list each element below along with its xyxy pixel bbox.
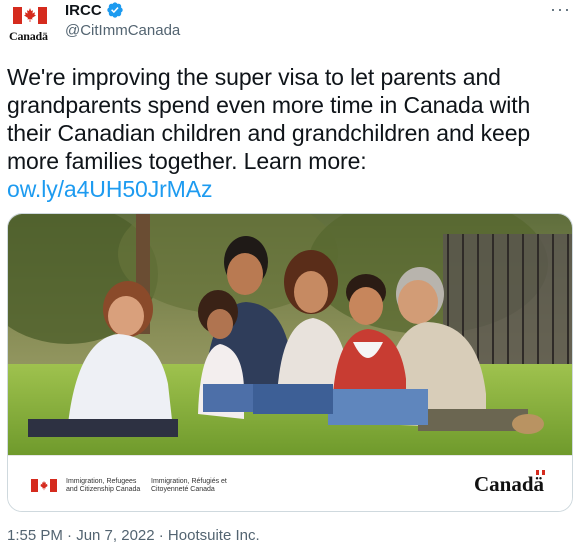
banner-text-en: Immigration, Refugees and Citizenship Ca… xyxy=(66,478,141,493)
tweet-link[interactable]: ow.ly/a4UH50JrMAz xyxy=(7,176,212,202)
author-handle[interactable]: @CitImmCanada xyxy=(65,22,180,39)
tweet-body: We're improving the super visa to let pa… xyxy=(7,64,531,174)
tweet-text: We're improving the super visa to let pa… xyxy=(7,63,567,203)
wordmark-flag-icon xyxy=(536,470,545,475)
avatar-wordmark: Canadä xyxy=(9,29,48,43)
canada-flag-icon xyxy=(31,479,57,492)
avatar[interactable]: Canadä xyxy=(8,3,52,47)
family-photo[interactable] xyxy=(8,214,572,455)
banner-text-fr: Immigration, Réfugiés et Citoyenneté Can… xyxy=(151,478,227,493)
tweet-timestamp[interactable]: 1:55 PM · Jun 7, 2022 · Hootsuite Inc. xyxy=(7,527,260,544)
author-row: IRCC xyxy=(65,1,124,19)
canada-wordmark: Canadä xyxy=(473,470,545,497)
govt-banner: Immigration, Refugees and Citizenship Ca… xyxy=(8,455,572,511)
verified-badge-icon xyxy=(106,2,123,18)
canada-flag-icon xyxy=(13,7,47,24)
media-card[interactable]: Immigration, Refugees and Citizenship Ca… xyxy=(7,213,573,512)
author-name[interactable]: IRCC xyxy=(65,2,102,19)
canada-wordmark-text: Canadä xyxy=(473,472,544,496)
more-icon[interactable]: ··· xyxy=(550,0,571,18)
